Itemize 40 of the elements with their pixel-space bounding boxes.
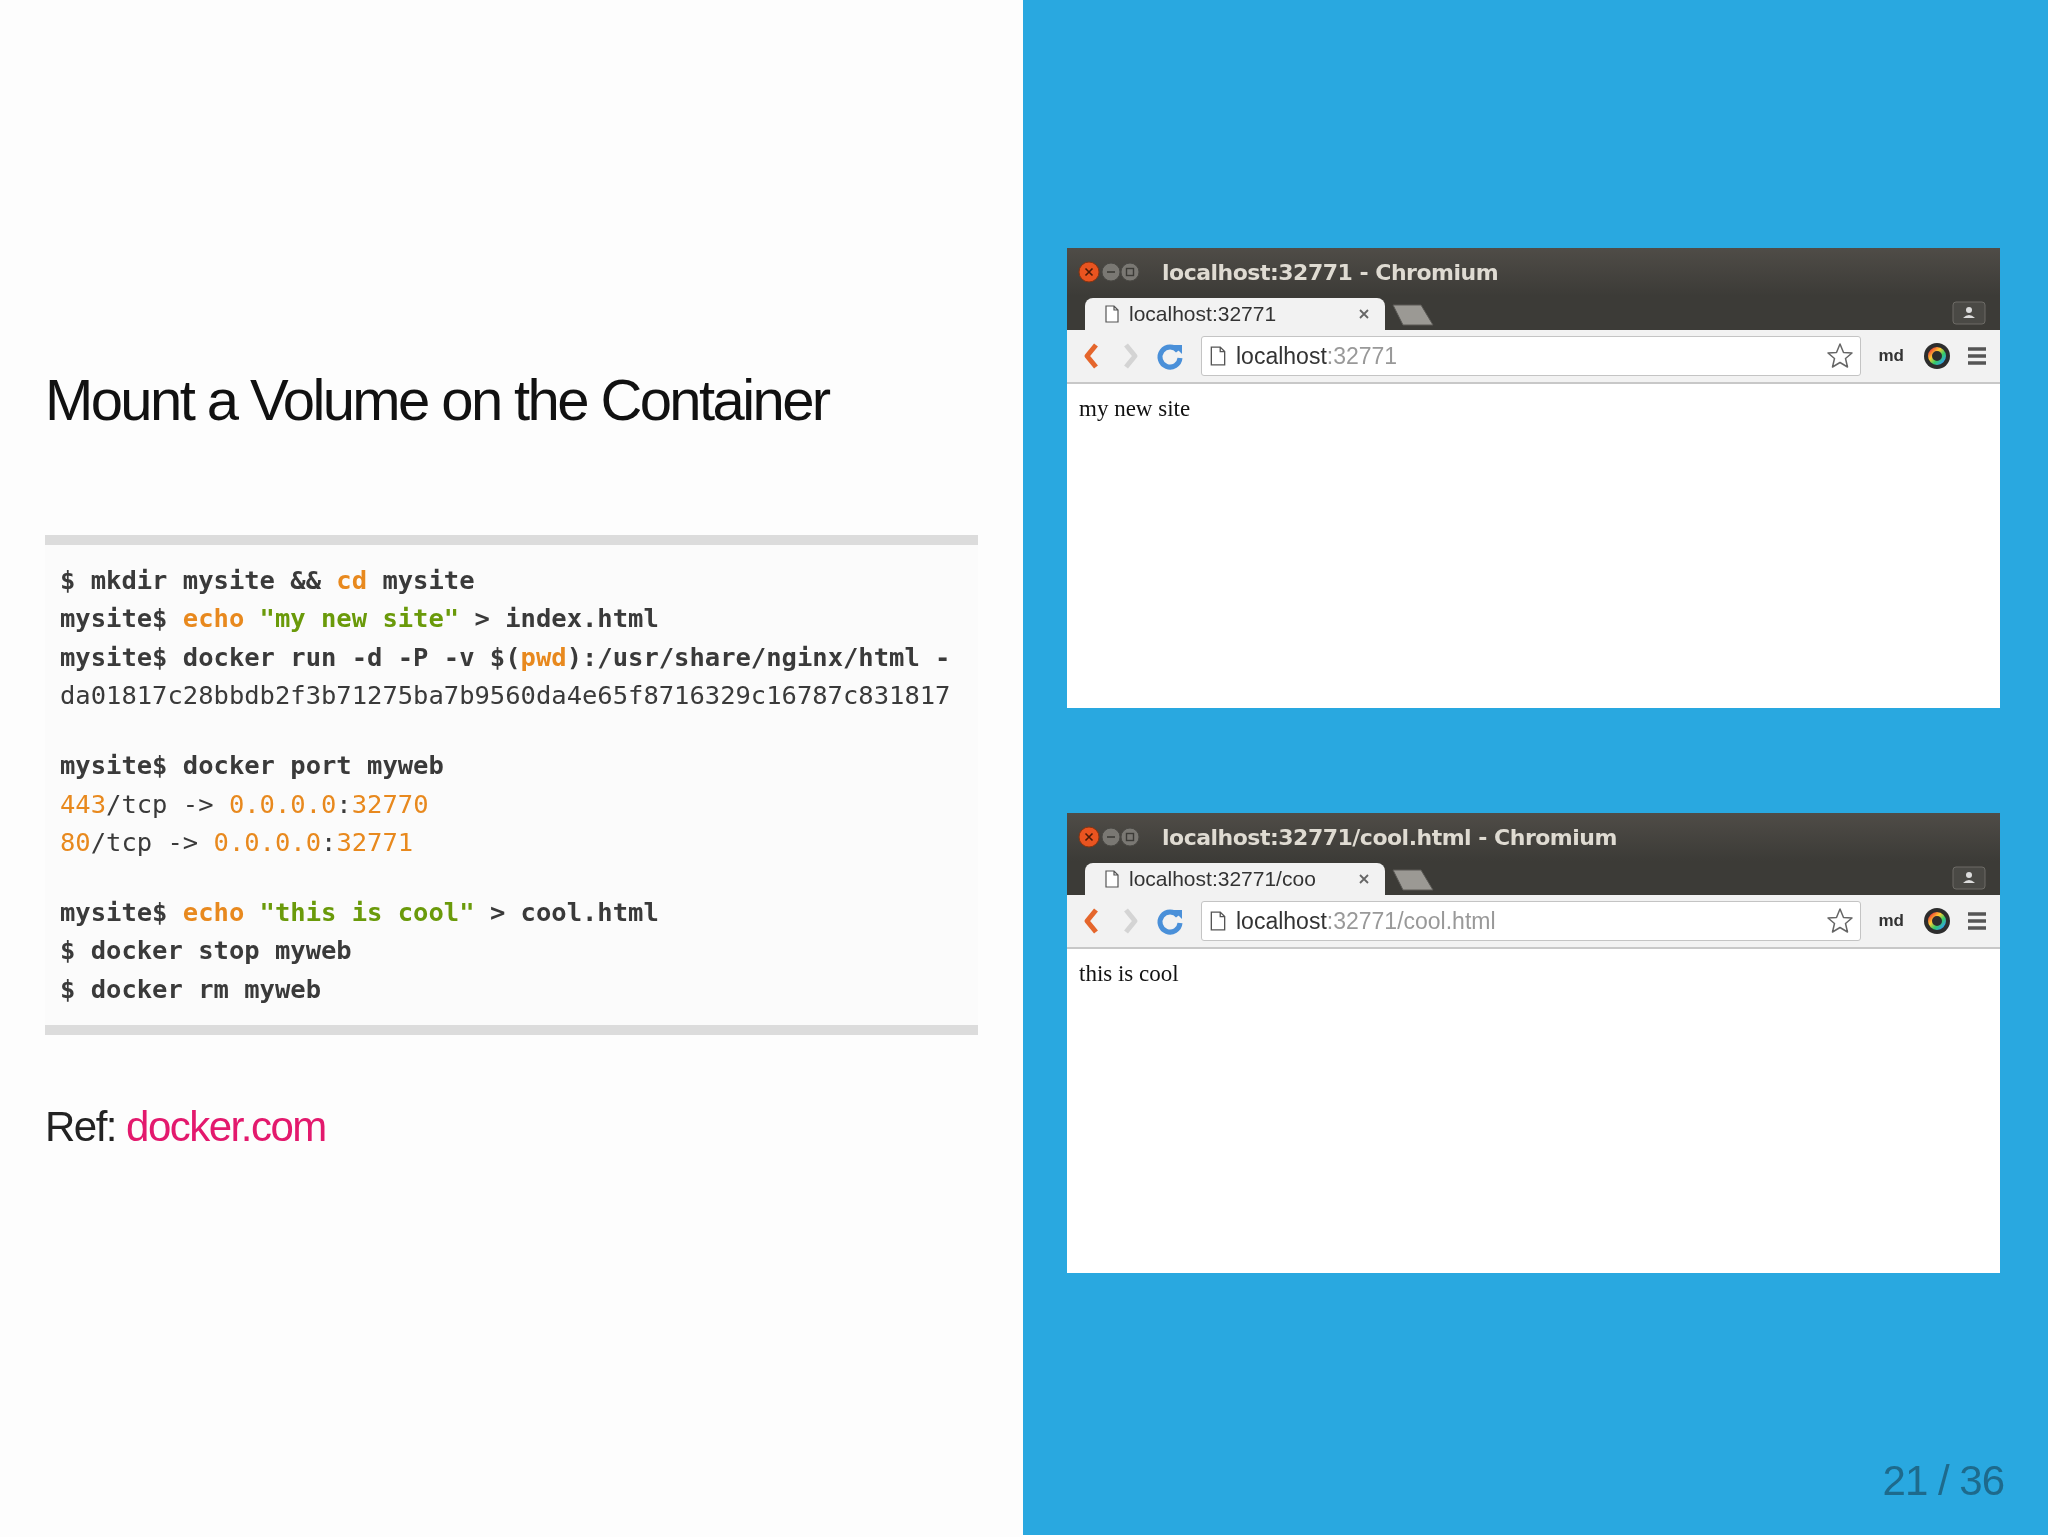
ref-link[interactable]: docker.com bbox=[126, 1103, 326, 1152]
star-icon[interactable] bbox=[1825, 342, 1854, 370]
new-tab-icon[interactable] bbox=[1391, 304, 1435, 326]
window-title: localhost:32771 - Chromium bbox=[1162, 259, 1499, 285]
address-bar[interactable]: localhost:32771 bbox=[1201, 336, 1861, 376]
color-wheel-icon[interactable] bbox=[1922, 341, 1952, 371]
browser-tab[interactable]: localhost:32771/coo bbox=[1085, 863, 1385, 895]
extension-button[interactable]: md bbox=[1872, 911, 1910, 931]
page-text: my new site bbox=[1079, 396, 1191, 421]
window-controls-icon[interactable] bbox=[1078, 826, 1140, 848]
address-bar[interactable]: localhost:32771/cool.html bbox=[1201, 901, 1861, 941]
page-icon bbox=[1210, 346, 1226, 366]
extension-button[interactable]: md bbox=[1872, 346, 1910, 366]
color-wheel-icon[interactable] bbox=[1922, 906, 1952, 936]
code-line: da01817c28bbdb2f3b71275ba7b9560da4e65f8716329c16787c831817 bbox=[60, 679, 952, 713]
star-icon[interactable] bbox=[1825, 907, 1854, 935]
slide-number: 21 / 36 bbox=[1882, 1457, 2004, 1505]
ref-label: Ref: bbox=[45, 1103, 117, 1152]
close-icon[interactable] bbox=[1357, 307, 1371, 321]
code-line: mysite$ docker port myweb bbox=[60, 749, 445, 783]
page-text: this is cool bbox=[1079, 961, 1179, 986]
page-icon bbox=[1105, 870, 1119, 888]
profile-icon[interactable] bbox=[1952, 866, 1986, 890]
code-line: 443/tcp -> 0.0.0.0:32770 bbox=[60, 787, 430, 821]
code-line: mysite$ echo "my new site" > index.html bbox=[60, 602, 660, 636]
code-line: mysite$ echo "this is cool" > cool.html bbox=[60, 896, 660, 930]
new-tab-icon[interactable] bbox=[1391, 869, 1435, 891]
close-icon[interactable] bbox=[1357, 872, 1371, 886]
slide-title: Mount a Volume on the Container bbox=[45, 366, 829, 434]
page-icon bbox=[1210, 911, 1226, 931]
code-line: $ docker stop myweb bbox=[60, 934, 353, 968]
page-icon bbox=[1105, 305, 1119, 323]
window-controls-icon[interactable] bbox=[1078, 261, 1140, 283]
code-line: mysite$ docker run -d -P -v $(pwd):/usr/share/nginx/html - bbox=[60, 640, 952, 674]
profile-icon[interactable] bbox=[1952, 301, 1986, 325]
code-line: $ mkdir mysite && cd mysite bbox=[60, 564, 476, 597]
browser-tab[interactable]: localhost:32771 bbox=[1085, 298, 1385, 330]
window-title: localhost:32771/cool.html - Chromium bbox=[1162, 824, 1617, 850]
code-line: 80/tcp -> 0.0.0.0:32771 bbox=[60, 826, 415, 860]
code-line: $ docker rm myweb bbox=[60, 972, 322, 1006]
